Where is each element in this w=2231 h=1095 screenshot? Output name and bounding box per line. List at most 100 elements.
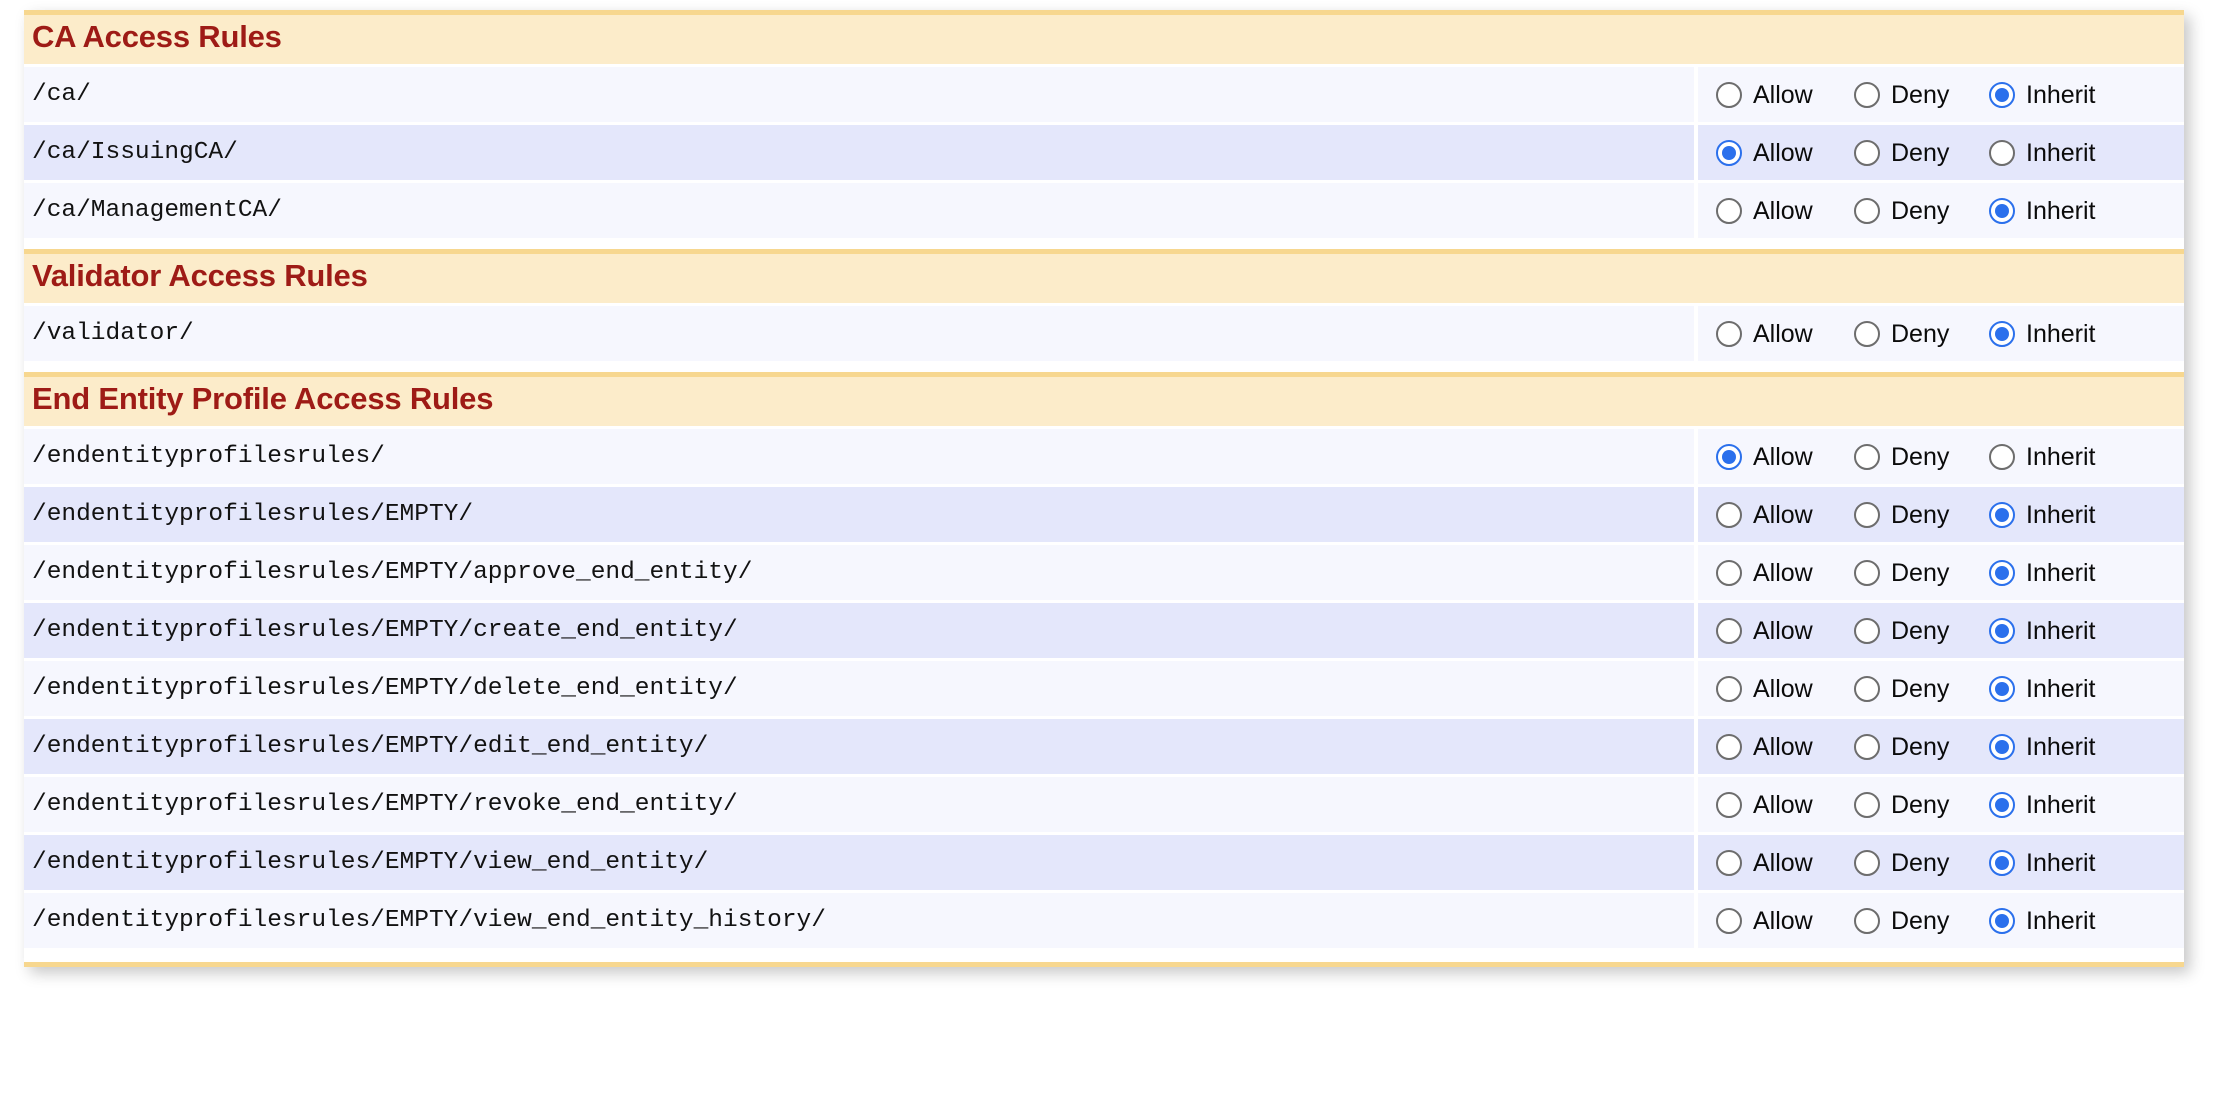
radio-deny-icon[interactable] xyxy=(1854,908,1880,934)
rule-options-group: AllowDenyInherit xyxy=(1694,306,2184,361)
radio-option-deny[interactable]: Deny xyxy=(1854,139,1989,167)
rule-options-group: AllowDeny Inherit xyxy=(1694,661,2184,716)
radio-deny-icon[interactable] xyxy=(1854,560,1880,586)
radio-option-allow[interactable]: Allow xyxy=(1716,197,1854,225)
radio-option-deny[interactable]: Deny xyxy=(1854,907,1989,935)
radio-option-inherit[interactable]: Inherit xyxy=(1989,559,2159,587)
radio-deny-icon[interactable] xyxy=(1854,618,1880,644)
radio-option-inherit[interactable]: Inherit xyxy=(1989,733,2159,761)
rule-row: /ca/IssuingCA/AllowDenyInherit xyxy=(24,122,2184,180)
radio-inherit-icon[interactable] xyxy=(1989,502,2015,528)
radio-option-allow[interactable]: Allow xyxy=(1716,443,1854,471)
radio-option-label: Inherit xyxy=(2026,849,2095,877)
radio-option-inherit[interactable]: Inherit xyxy=(1989,617,2159,645)
radio-allow-icon[interactable] xyxy=(1716,850,1742,876)
radio-option-deny[interactable]: Deny xyxy=(1854,791,1989,819)
radio-option-inherit[interactable]: Inherit xyxy=(1989,791,2159,819)
radio-option-inherit[interactable]: Inherit xyxy=(1989,443,2159,471)
radio-option-deny[interactable]: Deny xyxy=(1854,320,1989,348)
radio-allow-icon[interactable] xyxy=(1716,792,1742,818)
radio-option-label: Deny xyxy=(1891,907,1949,935)
radio-inherit-icon[interactable] xyxy=(1989,82,2015,108)
radio-option-label: Allow xyxy=(1753,791,1813,819)
radio-option-deny[interactable]: Deny xyxy=(1854,81,1989,109)
radio-inherit-icon[interactable] xyxy=(1989,560,2015,586)
radio-option-label: Allow xyxy=(1753,617,1813,645)
radio-option-label: Inherit xyxy=(2026,675,2095,703)
rule-row: /endentityprofilesrules/AllowDenyInherit xyxy=(24,426,2184,484)
radio-option-allow[interactable]: Allow xyxy=(1716,617,1854,645)
radio-option-deny[interactable]: Deny xyxy=(1854,617,1989,645)
radio-option-inherit[interactable]: Inherit xyxy=(1989,675,2159,703)
radio-option-inherit[interactable]: Inherit xyxy=(1989,501,2159,529)
radio-option-allow[interactable]: Allow xyxy=(1716,791,1854,819)
radio-deny-icon[interactable] xyxy=(1854,850,1880,876)
section-title: End Entity Profile Access Rules xyxy=(32,381,2184,417)
rule-path-label: /endentityprofilesrules/ xyxy=(24,429,1694,484)
radio-allow-icon[interactable] xyxy=(1716,734,1742,760)
radio-deny-icon[interactable] xyxy=(1854,676,1880,702)
radio-option-inherit[interactable]: Inherit xyxy=(1989,907,2159,935)
radio-deny-icon[interactable] xyxy=(1854,140,1880,166)
radio-option-inherit[interactable]: Inherit xyxy=(1989,139,2159,167)
radio-option-allow[interactable]: Allow xyxy=(1716,559,1854,587)
radio-option-inherit[interactable]: Inherit xyxy=(1989,197,2159,225)
radio-allow-icon[interactable] xyxy=(1716,560,1742,586)
radio-option-allow[interactable]: Allow xyxy=(1716,81,1854,109)
radio-option-label: Inherit xyxy=(2026,81,2095,109)
radio-option-allow[interactable]: Allow xyxy=(1716,733,1854,761)
radio-option-allow[interactable]: Allow xyxy=(1716,320,1854,348)
rule-row: /ca/AllowDenyInherit xyxy=(24,64,2184,122)
radio-option-allow[interactable]: Allow xyxy=(1716,139,1854,167)
radio-option-label: Inherit xyxy=(2026,197,2095,225)
rules-section: CA Access Rules/ca/AllowDenyInherit/ca/I… xyxy=(24,10,2184,238)
radio-option-inherit[interactable]: Inherit xyxy=(1989,849,2159,877)
radio-inherit-icon[interactable] xyxy=(1989,676,2015,702)
rule-options-group: AllowDeny Inherit xyxy=(1694,183,2184,238)
radio-option-inherit[interactable]: Inherit xyxy=(1989,81,2159,109)
radio-inherit-icon[interactable] xyxy=(1989,444,2015,470)
radio-deny-icon[interactable] xyxy=(1854,444,1880,470)
radio-option-deny[interactable]: Deny xyxy=(1854,443,1989,471)
section-header: Validator Access Rules xyxy=(24,249,2184,303)
radio-allow-icon[interactable] xyxy=(1716,82,1742,108)
radio-inherit-icon[interactable] xyxy=(1989,198,2015,224)
radio-allow-icon[interactable] xyxy=(1716,908,1742,934)
radio-deny-icon[interactable] xyxy=(1854,792,1880,818)
rules-section: Validator Access Rules/validator/AllowDe… xyxy=(24,249,2184,361)
radio-option-deny[interactable]: Deny xyxy=(1854,733,1989,761)
radio-inherit-icon[interactable] xyxy=(1989,908,2015,934)
radio-allow-icon[interactable] xyxy=(1716,676,1742,702)
radio-option-deny[interactable]: Deny xyxy=(1854,559,1989,587)
radio-allow-icon[interactable] xyxy=(1716,198,1742,224)
radio-deny-icon[interactable] xyxy=(1854,734,1880,760)
radio-option-deny[interactable]: Deny xyxy=(1854,501,1989,529)
radio-allow-icon[interactable] xyxy=(1716,502,1742,528)
radio-allow-icon[interactable] xyxy=(1716,140,1742,166)
radio-deny-icon[interactable] xyxy=(1854,321,1880,347)
radio-inherit-icon[interactable] xyxy=(1989,321,2015,347)
radio-option-allow[interactable]: Allow xyxy=(1716,849,1854,877)
rule-row: /endentityprofilesrules/EMPTY/create_end… xyxy=(24,600,2184,658)
radio-inherit-icon[interactable] xyxy=(1989,850,2015,876)
radio-option-allow[interactable]: Allow xyxy=(1716,501,1854,529)
radio-option-deny[interactable]: Deny xyxy=(1854,197,1989,225)
radio-option-label: Inherit xyxy=(2026,791,2095,819)
radio-option-deny[interactable]: Deny xyxy=(1854,849,1989,877)
radio-allow-icon[interactable] xyxy=(1716,618,1742,644)
radio-option-inherit[interactable]: Inherit xyxy=(1989,320,2159,348)
radio-inherit-icon[interactable] xyxy=(1989,734,2015,760)
radio-inherit-icon[interactable] xyxy=(1989,140,2015,166)
rule-path-label: /ca/ManagementCA/ xyxy=(24,183,1694,238)
radio-inherit-icon[interactable] xyxy=(1989,618,2015,644)
radio-option-deny[interactable]: Deny xyxy=(1854,675,1989,703)
radio-allow-icon[interactable] xyxy=(1716,444,1742,470)
radio-option-allow[interactable]: Allow xyxy=(1716,907,1854,935)
radio-deny-icon[interactable] xyxy=(1854,198,1880,224)
radio-deny-icon[interactable] xyxy=(1854,502,1880,528)
radio-inherit-icon[interactable] xyxy=(1989,792,2015,818)
radio-option-allow[interactable]: Allow xyxy=(1716,675,1854,703)
radio-deny-icon[interactable] xyxy=(1854,82,1880,108)
rule-row: /validator/AllowDenyInherit xyxy=(24,303,2184,361)
radio-allow-icon[interactable] xyxy=(1716,321,1742,347)
